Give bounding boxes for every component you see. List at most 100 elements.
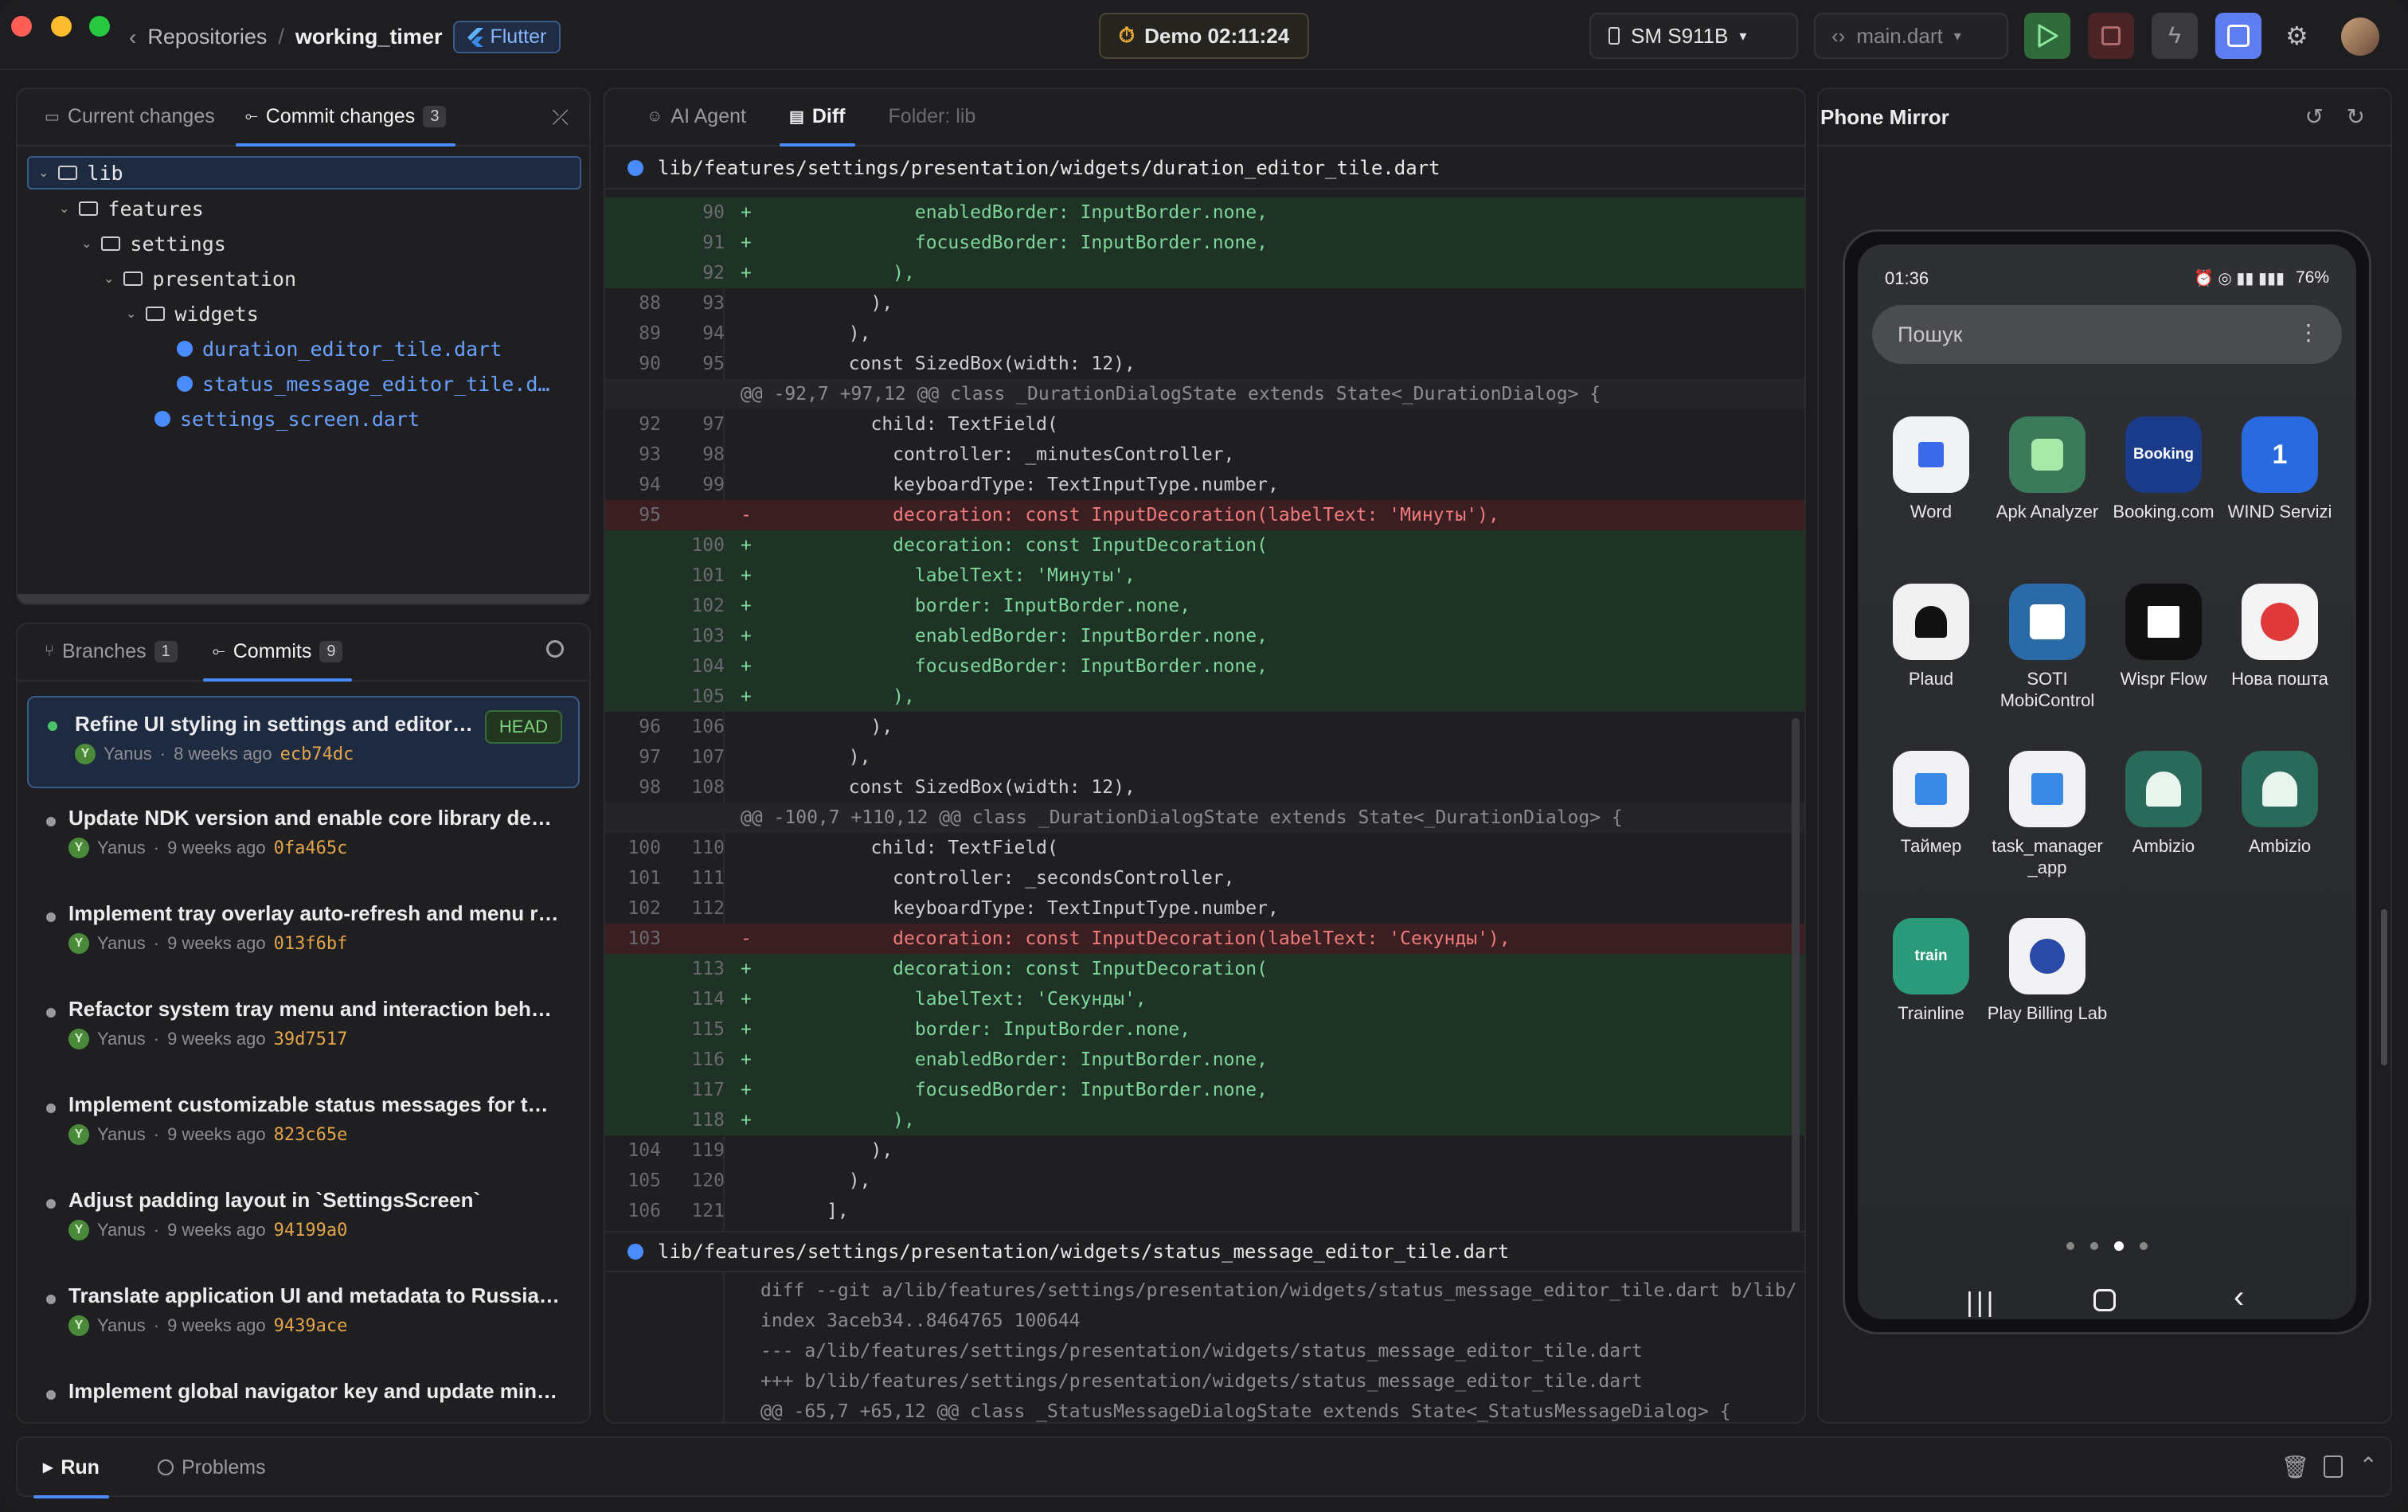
commit-row[interactable]: Translate application UI and metadata to… — [29, 1269, 589, 1358]
chevron-up-icon[interactable]: ⌃ — [2359, 1452, 2378, 1479]
tab-ai-agent[interactable]: ☺ AI Agent — [637, 89, 756, 145]
plaud-icon[interactable] — [1893, 584, 1969, 660]
wispr-icon[interactable] — [2125, 584, 2202, 660]
tab-problems[interactable]: Problems — [148, 1438, 276, 1497]
tree-file-duration-editor[interactable]: duration_editor_tile.dart — [177, 333, 502, 365]
diff-line: 104 119 ), — [605, 1135, 1804, 1166]
stop-button[interactable] — [2088, 13, 2134, 59]
hot-reload-button[interactable]: ϟ — [2152, 13, 2198, 59]
run-button[interactable] — [2024, 13, 2070, 59]
booking-icon[interactable]: Booking — [2125, 416, 2202, 493]
tree-folder-widgets[interactable]: ⌄ widgets — [126, 298, 259, 330]
diff-file-header[interactable]: lib/features/settings/presentation/widge… — [605, 148, 1804, 189]
commit-row[interactable]: Adjust padding layout in `SettingsScreen… — [29, 1174, 589, 1263]
app-icon-mark — [2146, 772, 2181, 807]
home-button[interactable] — [2093, 1289, 2116, 1311]
commit-row[interactable]: Update NDK version and enable core libra… — [29, 791, 589, 881]
demo-timer-button[interactable]: ⏱ Demo 02:11:24 — [1099, 13, 1309, 59]
diff-line: 106 121 ], — [605, 1196, 1804, 1226]
phone-scrollbar[interactable] — [2381, 909, 2387, 1065]
zoom-window-button[interactable] — [89, 16, 110, 37]
play-billing-icon[interactable] — [2009, 918, 2086, 994]
diff-icon: ▤ — [788, 107, 804, 126]
android-icon[interactable] — [2125, 751, 2202, 827]
commit-row[interactable]: Implement customizable status messages f… — [29, 1078, 589, 1167]
file-tree: ⌄ lib ⌄ features ⌄ settings ⌄ presentati… — [18, 148, 589, 594]
tree-folder-presentation[interactable]: ⌄ presentation — [104, 263, 296, 295]
android-icon[interactable] — [2242, 751, 2318, 827]
diff-line: 98 108 const SizedBox(width: 12), — [605, 772, 1804, 803]
diff-code: decoration: const InputDecoration( — [760, 535, 1268, 556]
tree-folder-lib[interactable]: ⌄ lib — [27, 156, 581, 189]
recents-button[interactable]: ||| — [1966, 1287, 1997, 1319]
diff-file-header[interactable]: lib/features/settings/presentation/widge… — [605, 1231, 1804, 1272]
phone-screen[interactable]: 01:36 ⏰ ◎ ▮▮ ▮▮▮ 76% Пошук ⋮ Word Apk Ana… — [1858, 244, 2356, 1319]
target-file-selector[interactable]: ‹› main.dart ▾ — [1814, 13, 2008, 59]
avatar[interactable] — [2341, 18, 2379, 56]
diff-sign: + — [741, 989, 752, 1010]
framework-chip[interactable]: Flutter — [453, 21, 561, 53]
copy-icon[interactable] — [2324, 1455, 2343, 1478]
commit-icon: ⟜ — [244, 107, 258, 125]
trash-icon[interactable]: 🗑 — [2281, 1454, 2309, 1480]
diff-code: const SizedBox(width: 12), — [760, 777, 1136, 798]
diff-sign: + — [741, 565, 752, 586]
soti-icon[interactable] — [2009, 584, 2086, 660]
head-badge: HEAD — [484, 710, 562, 744]
phone-search-placeholder: Пошук — [1898, 322, 1963, 346]
file-icon: ▭ — [45, 107, 60, 126]
commit-meta: Y Yanus · 8 weeks ago ecb74dc — [75, 744, 354, 764]
page-dot — [2140, 1242, 2148, 1250]
tree-file-settings-screen[interactable]: settings_screen.dart — [154, 403, 420, 435]
diff-line: 105 120 ), — [605, 1166, 1804, 1196]
tab-diff[interactable]: ▤ Diff — [779, 89, 855, 147]
phone-mirror-title: Phone Mirror — [1820, 105, 1949, 129]
diff-scrollbar[interactable] — [1792, 718, 1800, 1244]
flutter-icon[interactable] — [1893, 751, 1969, 827]
rotate-icon[interactable]: ↺ — [2305, 104, 2324, 130]
author-avatar: Y — [68, 933, 89, 954]
gear-icon[interactable]: ⚙ — [2285, 21, 2308, 51]
commit-row[interactable]: Refine UI styling in settings and editor… — [27, 696, 580, 788]
new-line-number: 118 — [691, 1110, 725, 1131]
nova-poshta-icon[interactable] — [2242, 584, 2318, 660]
commit-message: Update NDK version and enable core libra… — [68, 806, 552, 830]
old-line-number: 95 — [639, 505, 661, 525]
play-icon — [2038, 24, 2058, 48]
tab-commit-changes[interactable]: ⟜ Commit changes 3 — [235, 89, 456, 147]
more-vert-icon[interactable]: ⋮ — [2297, 319, 2320, 346]
breadcrumb-repo[interactable]: working_timer — [295, 25, 443, 49]
horizontal-scrollbar[interactable] — [18, 594, 589, 604]
tab-commits[interactable]: ⟜ Commits 9 — [202, 624, 353, 682]
diff-body: diff --git a/lib/features/settings/prese… — [605, 1276, 1804, 1422]
apk-analyzer-icon[interactable] — [2009, 416, 2086, 493]
phone-search-bar[interactable]: Пошук ⋮ — [1872, 305, 2342, 364]
collapse-icon[interactable]: ⤫ — [552, 105, 569, 131]
minimize-window-button[interactable] — [51, 16, 72, 37]
diff-line-added: 100 + decoration: const InputDecoration( — [605, 530, 1804, 561]
chevron-down-icon: ⌄ — [126, 307, 137, 321]
commit-row[interactable]: Implement global navigator key and updat… — [29, 1365, 589, 1422]
tab-branches[interactable]: ⑂ Branches 1 — [35, 624, 187, 680]
chevron-left-icon[interactable]: ‹ — [129, 25, 136, 50]
wind-icon[interactable]: 1 — [2242, 416, 2318, 493]
commit-row[interactable]: Implement tray overlay auto-refresh and … — [29, 887, 589, 976]
search-icon[interactable] — [546, 640, 564, 658]
close-window-button[interactable] — [11, 16, 32, 37]
trainline-icon[interactable]: train — [1893, 918, 1969, 994]
word-icon[interactable] — [1893, 416, 1969, 493]
diff-code: diff --git a/lib/features/settings/prese… — [760, 1280, 1797, 1301]
tree-folder-features[interactable]: ⌄ features — [59, 193, 204, 225]
tree-folder-settings[interactable]: ⌄ settings — [81, 228, 226, 260]
breadcrumb-repositories[interactable]: Repositories — [147, 25, 267, 49]
phone-mirror-toggle-button[interactable] — [2215, 13, 2261, 59]
app-label: Plaud — [1908, 669, 1954, 689]
back-button[interactable]: ‹ — [2234, 1280, 2244, 1315]
commit-row[interactable]: Refactor system tray menu and interactio… — [29, 983, 589, 1072]
flutter-icon[interactable] — [2009, 751, 2086, 827]
refresh-icon[interactable]: ↻ — [2347, 104, 2365, 130]
tab-run[interactable]: ▶ Run — [33, 1438, 109, 1498]
device-selector[interactable]: SM S911B ▾ — [1589, 13, 1798, 59]
tree-file-status-message-editor[interactable]: status_message_editor_tile.d… — [177, 368, 550, 400]
tab-current-changes[interactable]: ▭ Current changes — [35, 89, 225, 145]
